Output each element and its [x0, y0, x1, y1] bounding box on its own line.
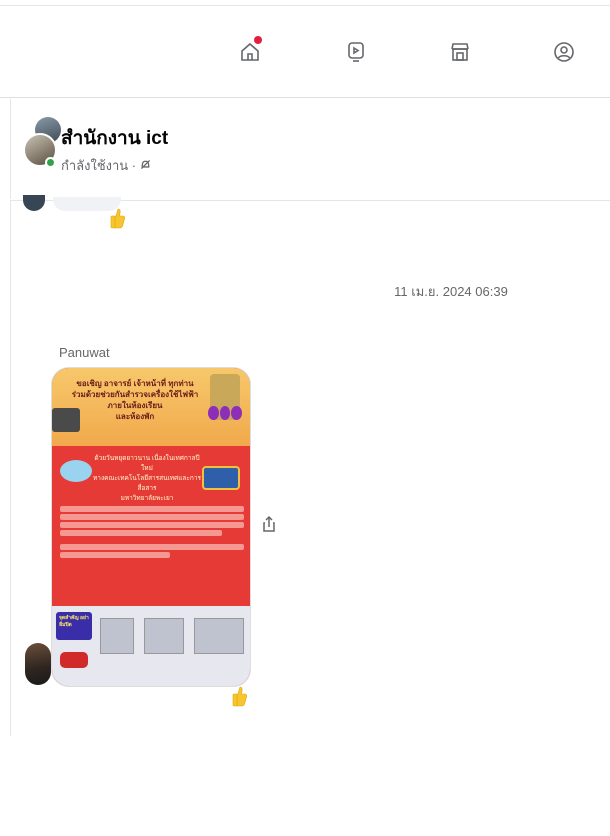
share-icon	[263, 515, 275, 532]
status-text: กำลังใช้งาน ·	[61, 158, 137, 173]
image-attachment[interactable]: ขอเชิญ อาจารย์ เจ้าหน้าที่ ทุกท่าน ร่วมด…	[51, 367, 251, 687]
thumbs-up-reaction-icon[interactable]	[109, 207, 127, 229]
thumbs-up-reaction-icon[interactable]	[231, 685, 249, 707]
nav-watch-button[interactable]	[336, 32, 376, 72]
top-navigation	[0, 6, 610, 98]
faculty-logo-icon	[208, 406, 243, 420]
poster-subtitle-line: มหาวิทยาลัยพะเยา	[120, 495, 174, 502]
water-splash-icon	[60, 460, 92, 482]
festival-badge-icon	[202, 466, 240, 490]
group-avatar[interactable]	[23, 117, 61, 179]
watch-icon	[348, 42, 364, 62]
online-indicator	[45, 157, 56, 168]
share-button[interactable]	[259, 513, 279, 535]
poster-title-line: ร่วมด้วยช่วยกันสำรวจเครื่องใช้ไฟฟ้าภายใน…	[71, 390, 199, 410]
poster-subtitle-line: ด้วยวันหยุดยาวนาน เนื่องในเทศกาลปีใหม่	[94, 455, 200, 472]
poster-title: ขอเชิญ อาจารย์ เจ้าหน้าที่ ทุกท่าน ร่วมด…	[60, 378, 210, 422]
avatar[interactable]	[25, 643, 51, 685]
muted-bell-icon	[139, 158, 152, 174]
switch-panel-illustration	[100, 618, 134, 654]
sender-name: Panuwat	[59, 345, 110, 360]
poster-subtitle: ด้วยวันหยุดยาวนาน เนื่องในเทศกาลปีใหม่ ท…	[92, 454, 202, 504]
poster-subtitle-line: ทางคณะเทคโนโลยีสารสนเทศและการสื่อสาร	[93, 475, 201, 492]
poster-bottom-label-text: จุดสำคัญ อย่าลืมปิด	[59, 615, 89, 628]
poster-title-line: ขอเชิญ อาจารย์ เจ้าหน้าที่ ทุกท่าน	[76, 379, 194, 388]
chat-header: สำนักงาน ict กำลังใช้งาน ·	[10, 99, 610, 199]
chat-title[interactable]: สำนักงาน ict	[61, 123, 168, 153]
marketplace-icon	[451, 43, 469, 61]
outlet-panel-illustration	[144, 618, 184, 654]
nav-groups-button[interactable]	[544, 32, 584, 72]
poster-title-line: และห้องพัก	[115, 412, 155, 421]
groups-icon	[554, 42, 574, 62]
notification-dot	[254, 36, 262, 44]
ac-panel-illustration	[194, 618, 244, 654]
poster-body-text	[60, 504, 244, 560]
avatar	[23, 195, 45, 211]
poster-bottom-label: จุดสำคัญ อย่าลืมปิด	[56, 612, 92, 640]
car-icon	[60, 652, 88, 668]
nav-home-button[interactable]	[230, 32, 270, 72]
message-timestamp: 11 เม.ย. 2024 06:39	[394, 284, 508, 299]
chat-status: กำลังใช้งาน ·	[61, 155, 152, 176]
message-list[interactable]: 11 เม.ย. 2024 06:39 Panuwat ขอเชิญ อาจาร…	[10, 195, 610, 736]
nav-marketplace-button[interactable]	[440, 32, 480, 72]
